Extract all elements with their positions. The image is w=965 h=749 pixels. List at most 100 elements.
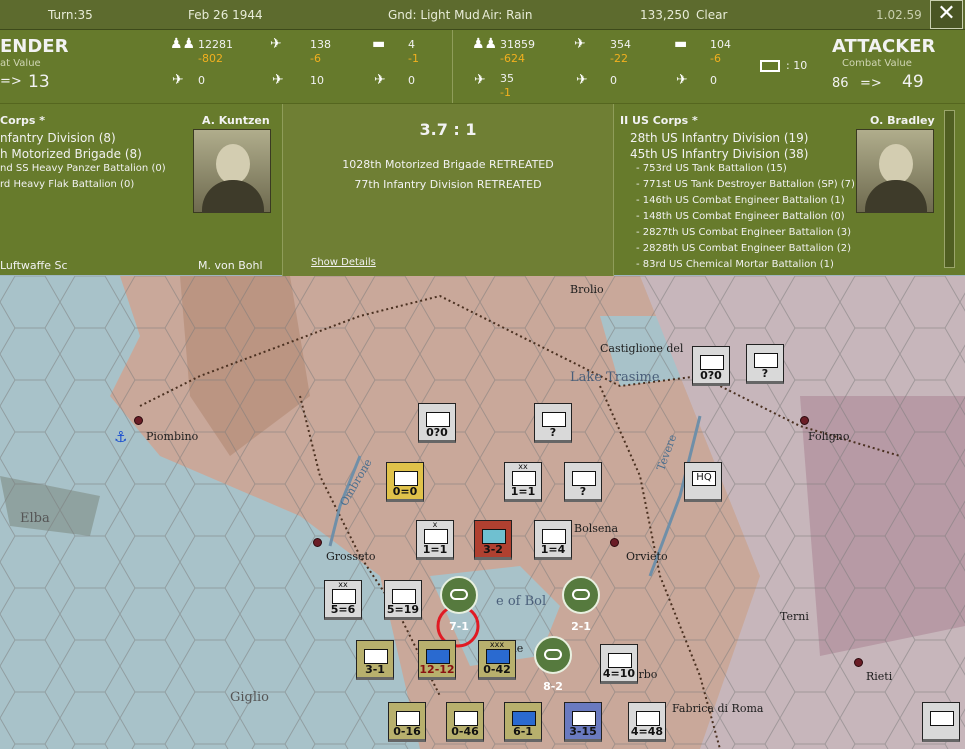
place-label: Giglio [230, 690, 270, 705]
unit-counter[interactable]: xx 5=6 [324, 580, 362, 620]
tank-icon: ▬ [674, 36, 688, 52]
bomber-icon: ✈ [272, 72, 284, 88]
unit-counter[interactable]: 4=10 [600, 644, 638, 684]
hex-map[interactable]: Brolio Castiglione del Lake Trasime Piom… [0, 276, 965, 749]
place-label: Foligno [808, 430, 850, 443]
unit-counter[interactable]: xxx 0-42 [478, 640, 516, 680]
city-marker [313, 538, 322, 547]
unit-counter[interactable]: x 1=1 [416, 520, 454, 560]
unit-counter[interactable]: ? [534, 403, 572, 443]
def-tanks: 4 [408, 38, 415, 51]
unit-counter[interactable]: 12-12 [418, 640, 456, 680]
att-infantry: 31859 [500, 38, 535, 51]
ratio-label: : 10 [786, 59, 808, 72]
unit-counter[interactable]: 5=19 [384, 580, 422, 620]
tank-icon: ▬ [372, 36, 386, 52]
place-label: e of Bol [496, 594, 547, 609]
city-marker [800, 416, 809, 425]
attacker-unit: - 753rd US Tank Battalion (15) [636, 163, 787, 174]
attacker-unit: - 2827th US Combat Engineer Battalion (3… [636, 227, 851, 238]
att-infantry-loss: -624 [500, 52, 525, 65]
def-planes-loss: -6 [310, 52, 321, 65]
result-line: 1028th Motorized Brigade RETREATED [342, 158, 554, 171]
att-row2-a: 35 [500, 72, 514, 85]
unit-counter[interactable]: ? [564, 462, 602, 502]
show-details-link[interactable]: Show Details [311, 257, 376, 268]
att-tanks-loss: -6 [710, 52, 721, 65]
transport-icon: ✈ [676, 72, 688, 88]
air-label: Air: Rain [482, 8, 533, 22]
unit-counter[interactable]: 1=4 [534, 520, 572, 560]
unit-counter[interactable]: xx 1=1 [504, 462, 542, 502]
att-tanks: 104 [710, 38, 731, 51]
attacker-value: 49 [902, 72, 924, 92]
def-row2-b: 10 [310, 74, 324, 87]
attacker-title: ATTACKER [832, 36, 936, 57]
defender-value: 13 [28, 72, 50, 92]
fighter-icon: ✈ [172, 72, 184, 88]
tank-unit[interactable]: 8-2 [534, 636, 572, 693]
defender-unit: nd SS Heavy Panzer Battalion (0) [0, 163, 166, 174]
defender-footer-a: Luftwaffe Sc [0, 259, 68, 272]
defender-corps: Corps * [0, 114, 46, 127]
unit-counter[interactable]: 3-2 [474, 520, 512, 560]
defender-title: ENDER [0, 36, 69, 57]
defender-arrow: => [0, 74, 22, 89]
def-infantry: 12281 [198, 38, 233, 51]
commander-portrait [193, 129, 271, 213]
place-label: Piombino [146, 430, 199, 443]
unit-counter[interactable]: 0=0 [386, 462, 424, 502]
defender-commander: A. Kuntzen [202, 114, 270, 127]
result-line: 77th Infantry Division RETREATED [354, 178, 542, 191]
combat-detail: Corps * A. Kuntzen nfantry Division (8) … [0, 103, 965, 276]
def-infantry-loss: -802 [198, 52, 223, 65]
odds-ratio: 3.7 : 1 [419, 120, 477, 139]
place-label: Lake Trasime [570, 370, 660, 385]
commander-portrait [856, 129, 934, 213]
port-icon: ⚓ [114, 428, 128, 446]
place-label: Rieti [866, 670, 893, 683]
unit-counter[interactable]: 0?0 [418, 403, 456, 443]
version-label: 1.02.59 [876, 8, 922, 22]
place-label: Castiglione del [600, 342, 684, 355]
unit-counter[interactable]: 3-15 [564, 702, 602, 742]
unit-counter[interactable]: 4=48 [628, 702, 666, 742]
att-row2-c: 0 [710, 74, 717, 87]
defender-unit: nfantry Division (8) [0, 131, 116, 145]
def-row2-a: 0 [198, 74, 205, 87]
unit-counter[interactable]: 6-1 [504, 702, 542, 742]
detail-scrollbar[interactable] [944, 110, 955, 268]
defender-unit: h Motorized Brigade (8) [0, 147, 142, 161]
hq-counter[interactable]: HQ [684, 462, 722, 502]
city-marker [854, 658, 863, 667]
unit-counter[interactable]: 0?0 [692, 346, 730, 386]
def-row2-c: 0 [408, 74, 415, 87]
selected-tank-unit[interactable]: 7-1 [440, 576, 478, 633]
unit-counter[interactable]: 0-46 [446, 702, 484, 742]
tank-unit[interactable]: 2-1 [562, 576, 600, 633]
defender-unit: rd Heavy Flak Battalion (0) [0, 179, 135, 190]
unit-counter[interactable]: 0-16 [388, 702, 426, 742]
att-row2-b: 0 [610, 74, 617, 87]
unit-counter[interactable]: ? [746, 344, 784, 384]
attacker-panel: II US Corps * O. Bradley 28th US Infantr… [614, 104, 965, 276]
place-label: Bolsena [574, 522, 619, 535]
attacker-unit: - 146th US Combat Engineer Battalion (1) [636, 195, 845, 206]
close-button[interactable]: ✕ [930, 0, 963, 29]
attacker-commander: O. Bradley [870, 114, 935, 127]
weather-label: Clear [696, 8, 728, 22]
place-label: Terni [780, 610, 809, 623]
date-label: Feb 26 1944 [188, 8, 263, 22]
unit-counter[interactable] [922, 702, 960, 742]
plane-icon: ✈ [270, 36, 282, 52]
place-label: Elba [20, 511, 50, 526]
attacker-unit: - 148th US Combat Engineer Battalion (0) [636, 211, 845, 222]
att-planes-loss: -22 [610, 52, 628, 65]
combat-summary: ENDER at Value => 13 ♟♟ 12281 -802 ✈ 138… [0, 30, 965, 103]
place-label: Fabrica di Roma [672, 702, 764, 715]
att-row2-a-loss: -1 [500, 86, 511, 99]
unit-counter[interactable]: 3-1 [356, 640, 394, 680]
attacker-corps: II US Corps * [620, 114, 698, 127]
defender-panel: Corps * A. Kuntzen nfantry Division (8) … [0, 104, 282, 276]
turn-label: Turn:35 [48, 8, 93, 22]
